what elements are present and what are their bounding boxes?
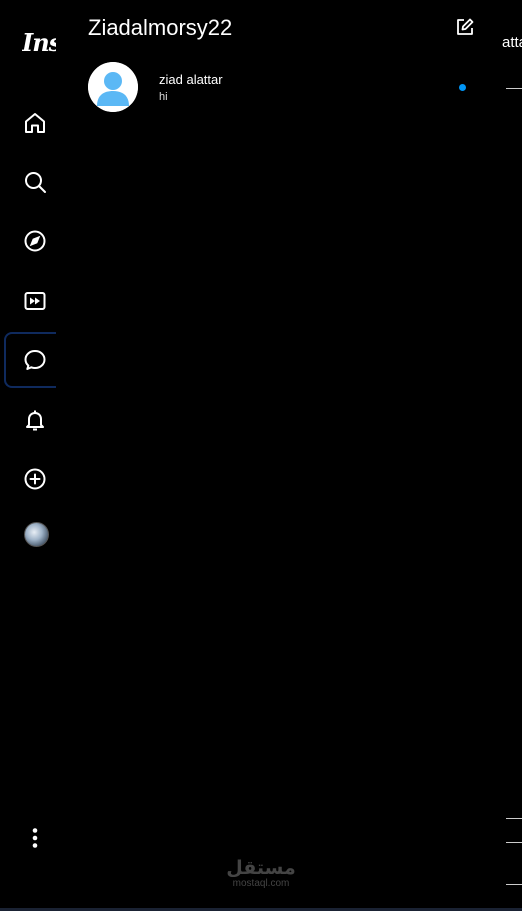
create-plus-icon[interactable] [22,466,48,492]
reels-icon[interactable] [22,288,48,314]
explore-compass-icon[interactable] [22,228,48,254]
mostaql-watermark: مستقل mostaql.com [226,858,296,889]
search-icon[interactable] [22,169,48,195]
divider [506,884,522,885]
conversation-name: ziad alattar [159,72,223,87]
compose-message-icon[interactable] [456,18,474,36]
more-options-icon[interactable] [22,825,48,851]
default-avatar-icon [88,62,138,112]
conversation-header-fragment: atta [502,34,522,51]
divider [506,842,522,843]
divider [506,88,522,89]
inbox-username[interactable]: Ziadalmorsy22 [88,15,232,41]
home-icon[interactable] [22,110,48,136]
instagram-logo[interactable]: Instagram [22,28,56,57]
conversation-last-message: hi [159,91,168,103]
profile-avatar[interactable] [24,522,49,547]
divider [506,818,522,819]
watermark-latin: mostaql.com [232,878,290,889]
unread-indicator [459,84,466,91]
watermark-arabic: مستقل [226,857,296,879]
messages-icon[interactable] [22,347,48,373]
sidebar-nav: Instagram [0,0,62,911]
conversation-list-item[interactable]: ziad alattar hi [88,62,468,116]
messages-panel: Ziadalmorsy22 ziad alattar hi [56,0,490,911]
conversation-detail-edge: atta [490,0,522,911]
notifications-bell-icon[interactable] [22,407,48,433]
